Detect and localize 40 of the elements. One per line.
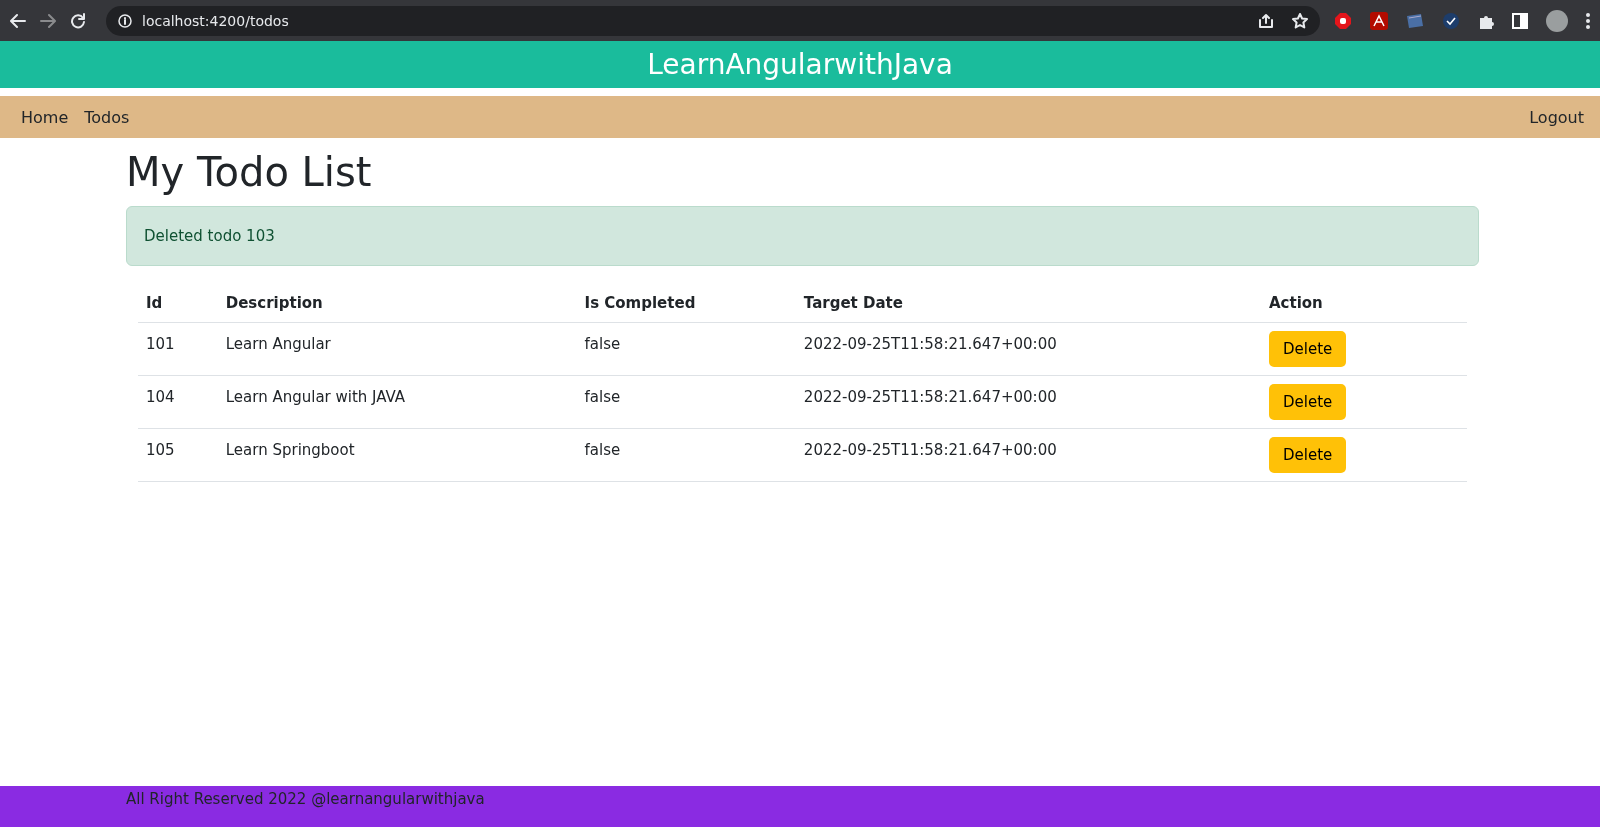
page-title: My Todo List	[126, 148, 373, 196]
nav-link[interactable]: Logout	[1529, 107, 1584, 127]
table-cell: false	[576, 322, 796, 376]
table-cell: 2022-09-25T11:58:21.647+00:00	[795, 322, 1261, 376]
table-cell: 105	[138, 428, 218, 482]
site-header: LearnAngularwithJava	[0, 41, 1600, 88]
check-circle-icon[interactable]	[1442, 11, 1460, 30]
column-header: Is Completed	[576, 284, 796, 323]
table-cell: false	[576, 428, 796, 482]
address-bar[interactable]: localhost:4200/todos	[106, 5, 1320, 36]
delete-button[interactable]: Delete	[1269, 331, 1347, 367]
success-alert: Deleted todo 103	[126, 206, 1479, 266]
column-header: Description	[217, 284, 577, 323]
table-cell: false	[576, 375, 796, 429]
delete-button[interactable]: Delete	[1269, 384, 1347, 420]
star-icon[interactable]	[1292, 12, 1308, 29]
pdf-icon[interactable]	[1370, 11, 1388, 30]
sidebar-icon[interactable]	[1512, 12, 1528, 29]
avatar-icon[interactable]	[1546, 9, 1568, 32]
url-text: localhost:4200/todos	[142, 12, 290, 29]
table-cell: Learn Angular with JAVA	[217, 375, 577, 429]
nav-link[interactable]: Todos	[84, 107, 130, 127]
nav-link[interactable]: Home	[21, 107, 69, 127]
column-header: Action	[1261, 284, 1467, 323]
share-icon[interactable]	[1258, 12, 1274, 29]
delete-button[interactable]: Delete	[1269, 437, 1347, 473]
info-icon[interactable]	[118, 13, 132, 28]
column-header: Target Date	[795, 284, 1261, 323]
reload-icon[interactable]	[70, 12, 86, 29]
table-cell: 104	[138, 375, 218, 429]
table-cell: 101	[138, 322, 218, 376]
table-cell: Learn Springboot	[217, 428, 577, 482]
more-menu-icon[interactable]	[1586, 12, 1590, 29]
table-cell: 2022-09-25T11:58:21.647+00:00	[795, 428, 1261, 482]
back-icon[interactable]	[10, 12, 26, 29]
table-cell: 2022-09-25T11:58:21.647+00:00	[795, 375, 1261, 429]
forward-icon[interactable]	[40, 12, 56, 29]
footer-text: All Right Reserved 2022 @learnangularwithjava	[126, 790, 485, 808]
column-header: Id	[138, 284, 218, 323]
table-cell: Learn Angular	[217, 322, 577, 376]
